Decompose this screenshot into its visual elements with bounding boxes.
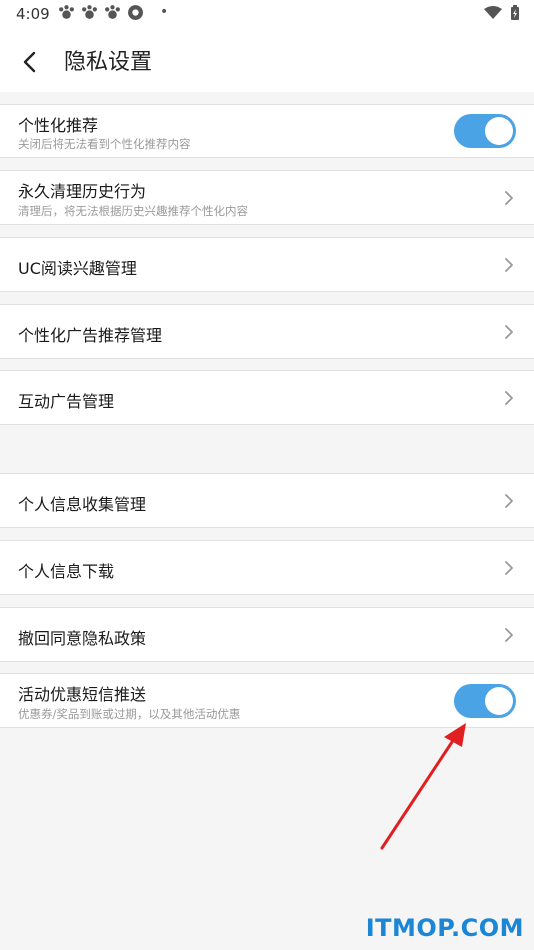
setting-subtitle: 优惠券/奖品到账或过期，以及其他活动优惠 — [18, 707, 241, 721]
paw-notification-icon — [82, 5, 97, 19]
setting-title: UC阅读兴趣管理 — [18, 259, 137, 278]
chevron-right-icon — [505, 628, 513, 642]
status-time: 4:09 — [16, 5, 50, 23]
red-annotation-arrow-icon — [380, 723, 466, 850]
system-status-icons — [484, 5, 520, 21]
personalized-recommendation-toggle[interactable] — [454, 114, 516, 148]
chevron-right-icon — [505, 191, 513, 205]
chevron-right-icon — [505, 391, 513, 405]
paw-notification-icon — [105, 5, 120, 19]
setting-subtitle: 关闭后将无法看到个性化推荐内容 — [18, 137, 191, 151]
wifi-icon — [484, 6, 502, 19]
toggle-knob — [485, 687, 513, 715]
page-title: 隐私设置 — [64, 50, 153, 75]
back-arrow-icon[interactable] — [14, 46, 46, 78]
setting-title: 撤回同意隐私政策 — [18, 629, 147, 648]
aperture-notification-icon — [128, 5, 143, 20]
setting-title: 个人信息下载 — [18, 562, 115, 581]
setting-personalized-recommendation[interactable]: 个性化推荐 关闭后将无法看到个性化推荐内容 — [0, 104, 534, 158]
setting-title: 个人信息收集管理 — [18, 495, 147, 514]
setting-withdraw-privacy-consent[interactable]: 撤回同意隐私政策 — [0, 607, 534, 662]
setting-title: 活动优惠短信推送 — [18, 685, 147, 704]
setting-personalized-ads[interactable]: 个性化广告推荐管理 — [0, 304, 534, 359]
watermark: ITMOP.COM — [365, 914, 524, 942]
toggle-knob — [485, 117, 513, 145]
status-more-dot: • — [160, 4, 169, 20]
notification-icons — [58, 4, 144, 21]
setting-clear-history[interactable]: 永久清理历史行为 清理后，将无法根据历史兴趣推荐个性化内容 — [0, 170, 534, 225]
promo-sms-toggle[interactable] — [454, 684, 516, 718]
chevron-right-icon — [505, 494, 513, 508]
setting-personal-info-download[interactable]: 个人信息下载 — [0, 540, 534, 595]
chevron-right-icon — [505, 561, 513, 575]
setting-title: 个性化推荐 — [18, 116, 99, 135]
setting-uc-reading-interests[interactable]: UC阅读兴趣管理 — [0, 237, 534, 292]
setting-interactive-ads[interactable]: 互动广告管理 — [0, 370, 534, 425]
setting-subtitle: 清理后，将无法根据历史兴趣推荐个性化内容 — [18, 204, 248, 218]
chevron-right-icon — [505, 258, 513, 272]
chevron-right-icon — [505, 325, 513, 339]
setting-title: 个性化广告推荐管理 — [18, 326, 163, 345]
setting-personal-info-collection[interactable]: 个人信息收集管理 — [0, 473, 534, 528]
setting-title: 永久清理历史行为 — [18, 182, 147, 201]
battery-icon — [511, 5, 519, 20]
setting-title: 互动广告管理 — [18, 392, 115, 411]
paw-notification-icon — [59, 5, 74, 19]
status-bar: 4:09 • — [0, 0, 534, 28]
page-header: 隐私设置 — [0, 28, 534, 92]
